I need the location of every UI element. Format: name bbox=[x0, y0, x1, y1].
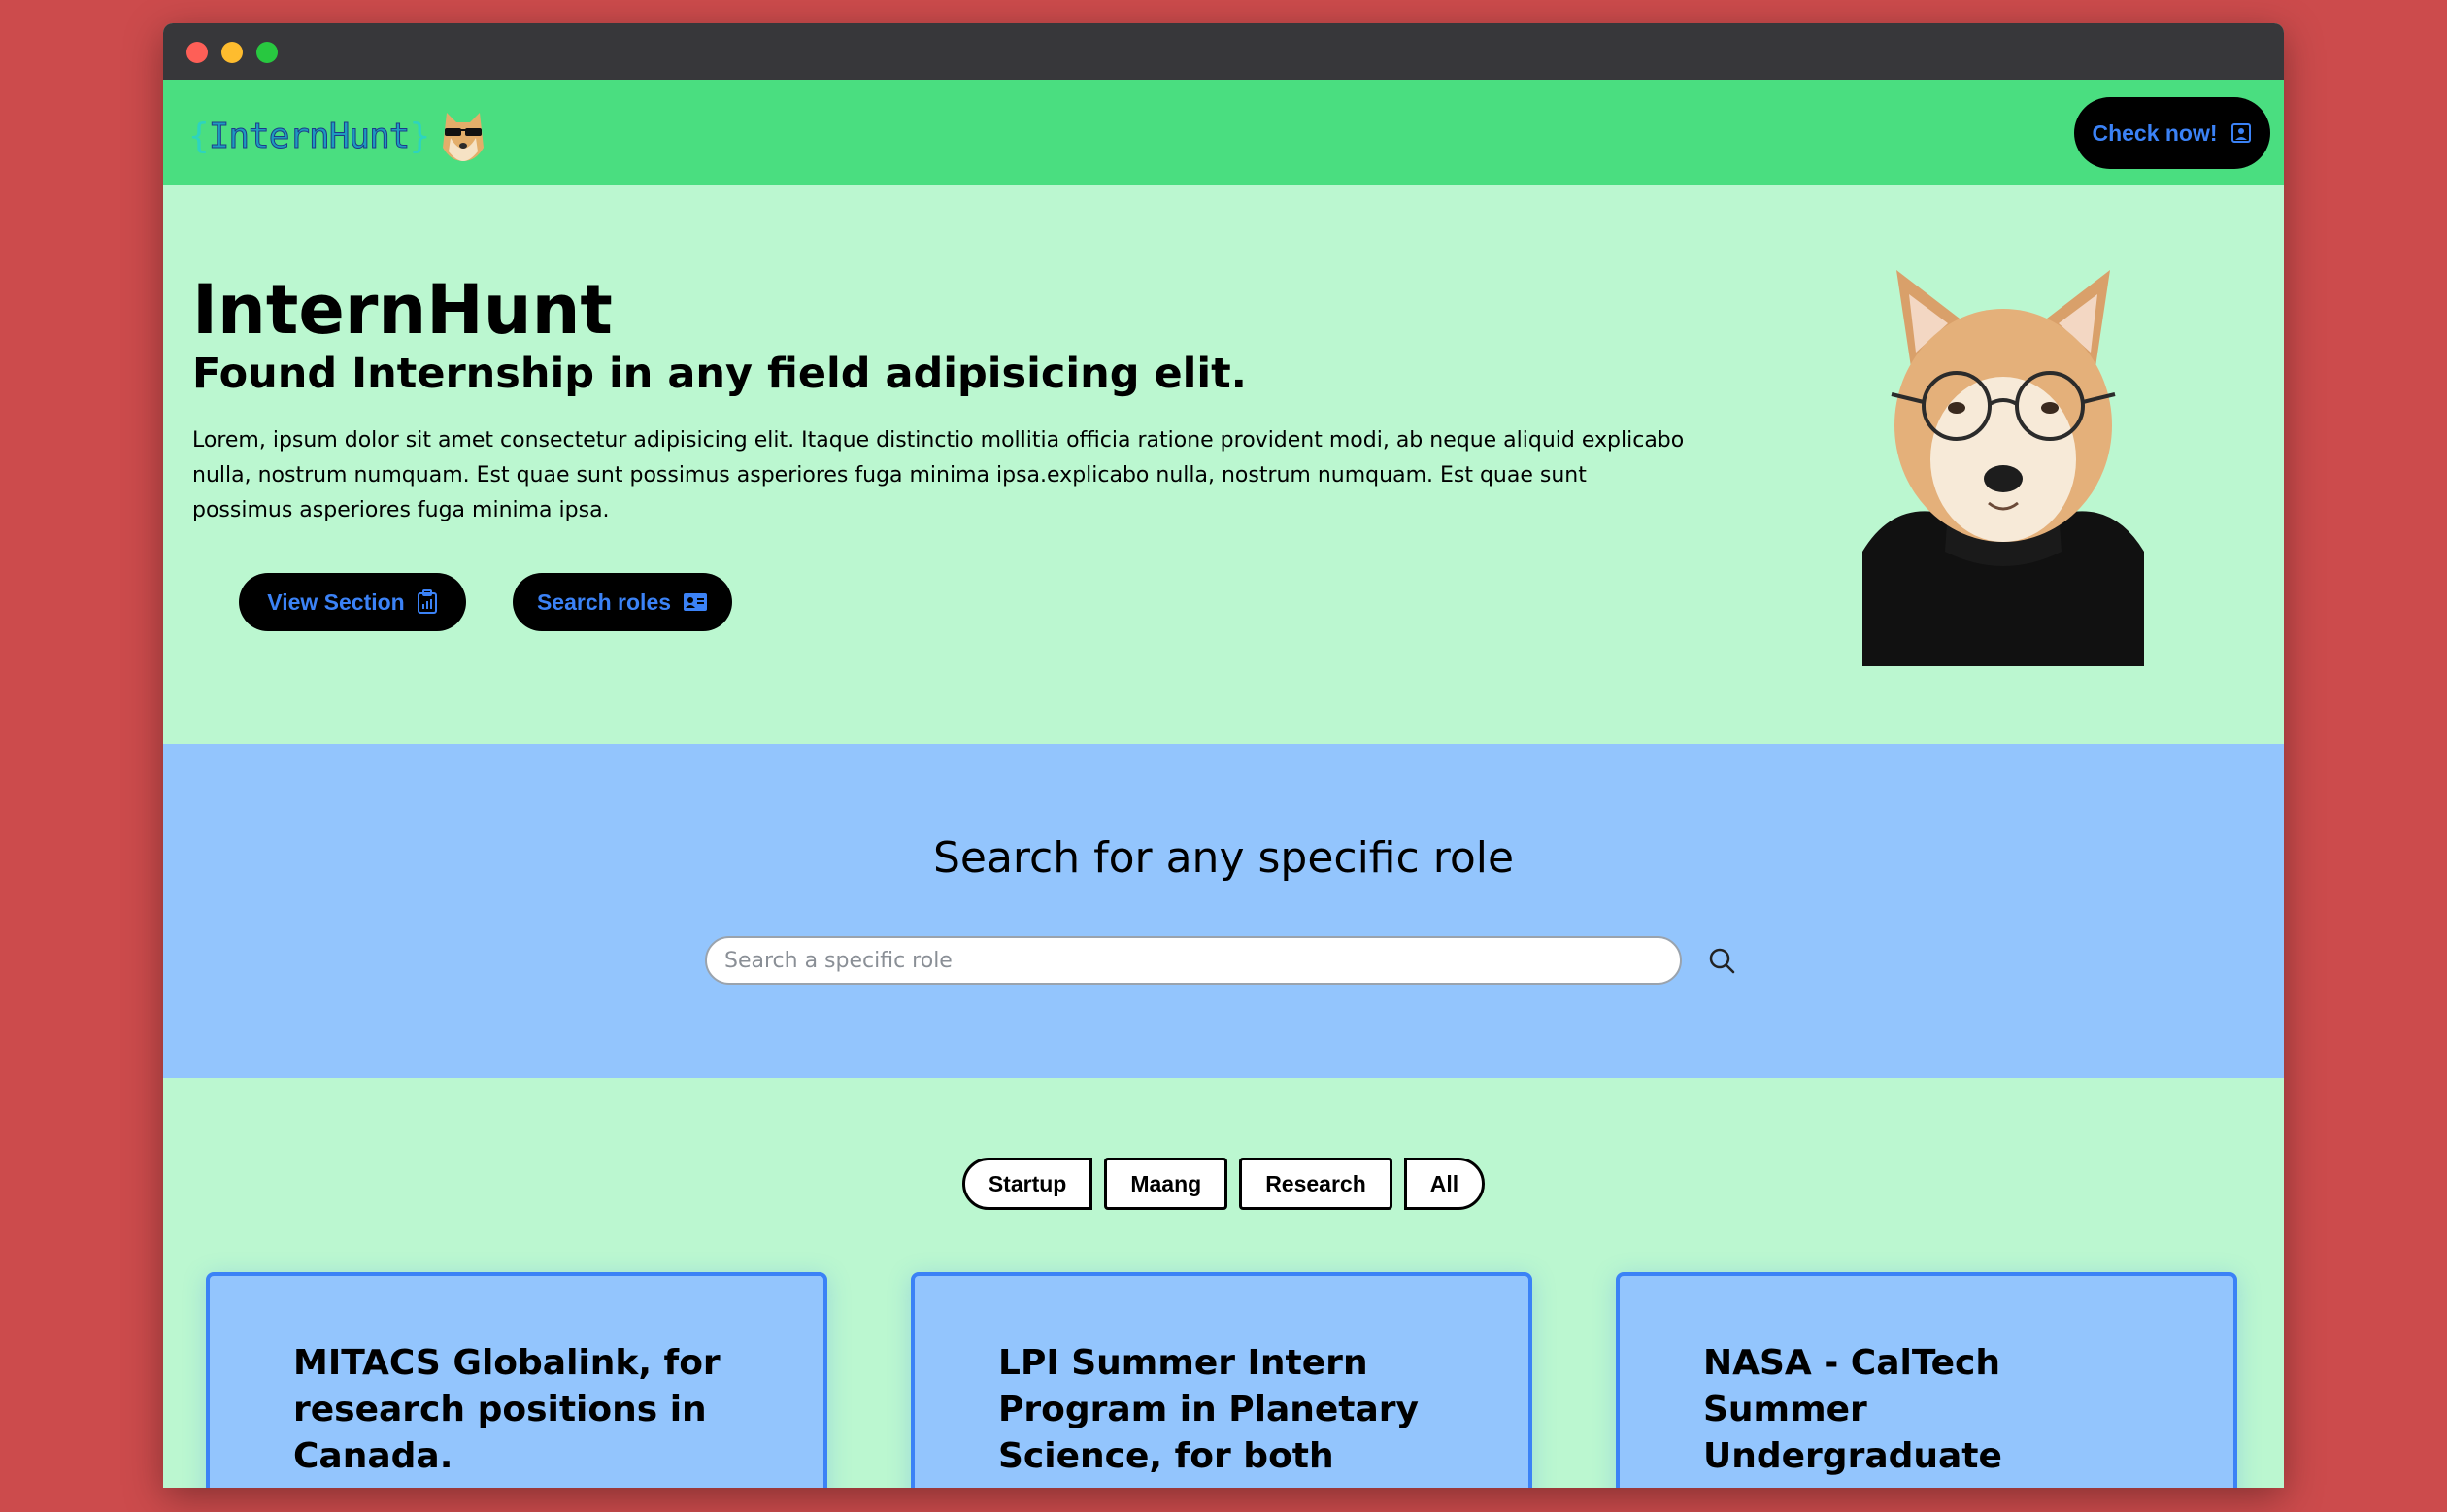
card-title: LPI Summer Intern Program in Planetary S… bbox=[998, 1343, 1420, 1488]
maximize-window-button[interactable] bbox=[256, 42, 278, 63]
close-window-button[interactable] bbox=[186, 42, 208, 63]
logo-wordmark: {InternHunt} bbox=[188, 116, 430, 156]
dog-with-glasses-image bbox=[1862, 270, 2144, 666]
search-roles-button[interactable]: Search roles bbox=[513, 573, 732, 631]
internship-card[interactable]: NASA - CalTech Summer Undergraduate Rese… bbox=[1616, 1272, 2237, 1488]
filter-startup-button[interactable]: Startup bbox=[961, 1158, 1093, 1210]
logo-link[interactable]: {InternHunt} bbox=[188, 107, 489, 165]
logo-brace-close: } bbox=[409, 116, 430, 156]
search-icon[interactable] bbox=[1707, 946, 1736, 975]
view-section-label: View Section bbox=[267, 588, 405, 615]
window-titlebar bbox=[163, 23, 2284, 80]
check-now-button[interactable]: Check now! bbox=[2074, 97, 2270, 169]
filter-maang-button[interactable]: Maang bbox=[1104, 1158, 1228, 1210]
view-section-button[interactable]: View Section bbox=[239, 573, 466, 631]
filter-group: Startup Maang Research All bbox=[163, 1158, 2284, 1210]
internship-card[interactable]: MITACS Globalink, for research positions… bbox=[206, 1272, 827, 1488]
search-input[interactable] bbox=[705, 936, 1682, 985]
check-now-label: Check now! bbox=[2092, 119, 2218, 146]
search-title: Search for any specific role bbox=[932, 833, 1515, 883]
logo-text: InternHunt bbox=[208, 116, 411, 156]
listings-section: Startup Maang Research All MITACS Global… bbox=[163, 1078, 2284, 1488]
hero-title: InternHunt bbox=[192, 270, 613, 350]
minimize-window-button[interactable] bbox=[221, 42, 243, 63]
internship-card[interactable]: LPI Summer Intern Program in Planetary S… bbox=[911, 1272, 1532, 1488]
filter-all-button[interactable]: All bbox=[1403, 1158, 1486, 1210]
search-roles-label: Search roles bbox=[536, 588, 672, 615]
person-badge-icon bbox=[2230, 123, 2251, 143]
card-title: NASA - CalTech Summer Undergraduate Rese… bbox=[1703, 1343, 2106, 1488]
browser-window: {InternHunt} Check now! InternHunt Found… bbox=[163, 23, 2284, 1488]
search-section: Search for any specific role bbox=[163, 744, 2284, 1078]
clipboard-data-icon bbox=[417, 589, 437, 614]
card-title: MITACS Globalink, for research positions… bbox=[293, 1343, 721, 1476]
doge-sunglasses-icon bbox=[443, 113, 485, 161]
navbar: {InternHunt} Check now! bbox=[163, 80, 2284, 185]
hero-section: InternHunt Found Internship in any field… bbox=[163, 185, 2284, 744]
hero-paragraph: Lorem, ipsum dolor sit amet consectetur … bbox=[192, 428, 1685, 522]
filter-research-button[interactable]: Research bbox=[1239, 1158, 1392, 1210]
hero-subtitle: Found Internship in any field adipisicin… bbox=[192, 350, 1247, 398]
person-vcard-icon bbox=[684, 593, 708, 611]
logo-brace-open: { bbox=[188, 116, 210, 156]
